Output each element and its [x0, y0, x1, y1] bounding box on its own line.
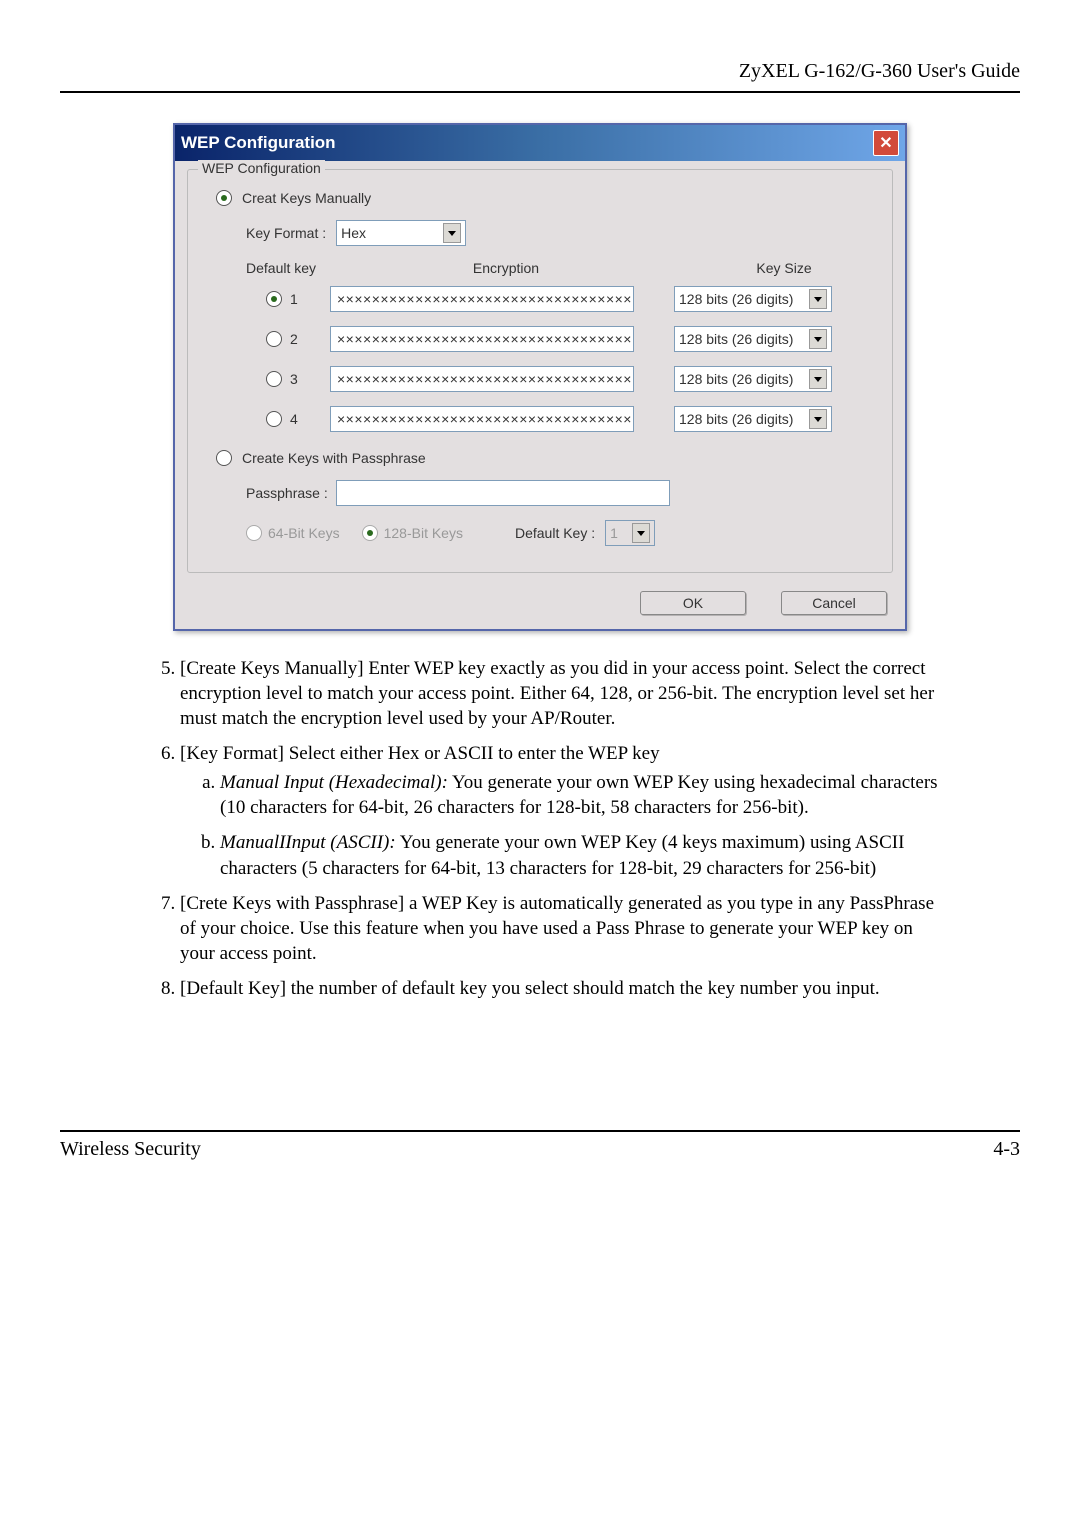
- key-format-select[interactable]: Hex: [336, 220, 466, 246]
- list-item: [Create Keys Manually] Enter WEP key exa…: [180, 656, 940, 731]
- encryption-input-1[interactable]: ××××××××××××××××××××××××××××××××××: [330, 286, 634, 312]
- cancel-button[interactable]: Cancel: [781, 591, 887, 615]
- key-size-select-2[interactable]: 128 bits (26 digits): [674, 326, 832, 352]
- list-item: [Crete Keys with Passphrase] a WEP Key i…: [180, 891, 940, 966]
- key-size-header: Key Size: [694, 260, 874, 276]
- create-keys-manually-radio[interactable]: [216, 190, 232, 206]
- key-row: 4 ×××××××××××××××××××××××××××××××××× 128…: [266, 406, 874, 432]
- list-item: [Key Format] Select either Hex or ASCII …: [180, 741, 940, 880]
- key-row: 3 ×××××××××××××××××××××××××××××××××× 128…: [266, 366, 874, 392]
- chevron-down-icon: [809, 289, 827, 309]
- page-footer: Wireless Security 4-3: [60, 1130, 1020, 1161]
- footer-section: Wireless Security: [60, 1138, 201, 1161]
- create-keys-manually-label: Creat Keys Manually: [242, 190, 371, 206]
- page-header: ZyXEL G-162/G-360 User's Guide: [60, 60, 1020, 93]
- bits-128-label: 128-Bit Keys: [384, 525, 463, 541]
- dialog-title: WEP Configuration: [181, 133, 336, 153]
- bits-128-radio: [362, 525, 378, 541]
- key-format-value: Hex: [341, 225, 439, 241]
- key-size-value: 128 bits (26 digits): [679, 371, 805, 387]
- list-item: [Default Key] the number of default key …: [180, 976, 940, 1001]
- key-size-value: 128 bits (26 digits): [679, 331, 805, 347]
- encryption-input-2[interactable]: ××××××××××××××××××××××××××××××××××: [330, 326, 634, 352]
- key-size-select-1[interactable]: 128 bits (26 digits): [674, 286, 832, 312]
- dialog-titlebar: WEP Configuration ✕: [175, 125, 905, 161]
- default-key-radio-2[interactable]: [266, 331, 282, 347]
- chevron-down-icon: [809, 409, 827, 429]
- bits-64-label: 64-Bit Keys: [268, 525, 340, 541]
- ok-button[interactable]: OK: [640, 591, 746, 615]
- key-number: 1: [290, 291, 330, 307]
- key-number: 4: [290, 411, 330, 427]
- wep-config-groupbox: WEP Configuration Creat Keys Manually Ke…: [187, 169, 893, 573]
- key-size-value: 128 bits (26 digits): [679, 411, 805, 427]
- passphrase-input[interactable]: [336, 480, 670, 506]
- encryption-input-4[interactable]: ××××××××××××××××××××××××××××××××××: [330, 406, 634, 432]
- default-key-label: Default Key :: [515, 525, 595, 541]
- chevron-down-icon: [809, 329, 827, 349]
- default-key-header: Default key: [246, 260, 366, 276]
- create-keys-passphrase-radio[interactable]: [216, 450, 232, 466]
- chevron-down-icon: [809, 369, 827, 389]
- chevron-down-icon: [443, 223, 461, 243]
- key-row: 2 ×××××××××××××××××××××××××××××××××× 128…: [266, 326, 874, 352]
- bits-64-radio: [246, 525, 262, 541]
- close-button[interactable]: ✕: [873, 130, 899, 156]
- key-format-label: Key Format :: [246, 225, 326, 241]
- key-size-value: 128 bits (26 digits): [679, 291, 805, 307]
- key-size-select-3[interactable]: 128 bits (26 digits): [674, 366, 832, 392]
- default-key-radio-3[interactable]: [266, 371, 282, 387]
- key-size-select-4[interactable]: 128 bits (26 digits): [674, 406, 832, 432]
- groupbox-legend: WEP Configuration: [198, 160, 325, 176]
- default-key-value: 1: [610, 525, 628, 541]
- wep-config-dialog: WEP Configuration ✕ WEP Configuration Cr…: [173, 123, 907, 631]
- encryption-input-3[interactable]: ××××××××××××××××××××××××××××××××××: [330, 366, 634, 392]
- key-number: 3: [290, 371, 330, 387]
- default-key-radio-1[interactable]: [266, 291, 282, 307]
- default-key-radio-4[interactable]: [266, 411, 282, 427]
- close-icon: ✕: [879, 133, 892, 153]
- passphrase-label: Passphrase :: [246, 485, 328, 501]
- key-row: 1 ×××××××××××××××××××××××××××××××××× 128…: [266, 286, 874, 312]
- key-number: 2: [290, 331, 330, 347]
- create-keys-passphrase-label: Create Keys with Passphrase: [242, 450, 426, 466]
- list-item: ManualIInput (ASCII): You generate your …: [220, 830, 940, 880]
- footer-page-number: 4-3: [993, 1138, 1020, 1161]
- list-item: Manual Input (Hexadecimal): You generate…: [220, 770, 940, 820]
- body-text: [Create Keys Manually] Enter WEP key exa…: [140, 656, 940, 1001]
- default-key-select: 1: [605, 520, 655, 546]
- chevron-down-icon: [632, 523, 650, 543]
- encryption-header: Encryption: [366, 260, 646, 276]
